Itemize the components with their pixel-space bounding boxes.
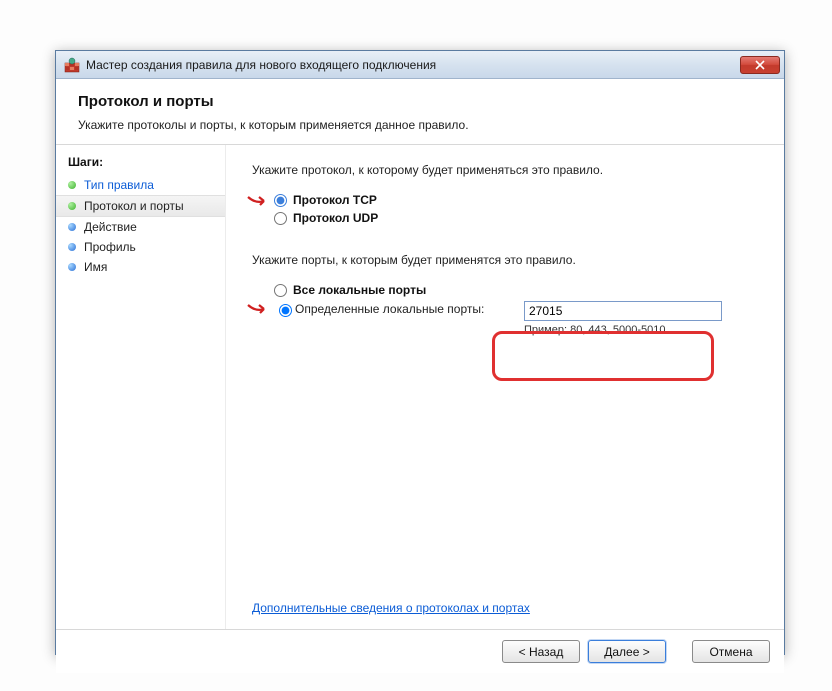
ports-input[interactable] — [524, 301, 722, 321]
radio-row-all-ports: Все локальные порты — [274, 283, 758, 297]
udp-radio[interactable] — [274, 212, 287, 225]
wizard-header: Протокол и порты Укажите протоколы и пор… — [56, 79, 784, 145]
firewall-icon — [64, 57, 80, 73]
wizard-window: Мастер создания правила для нового входя… — [55, 50, 785, 655]
step-label: Имя — [84, 260, 107, 274]
radio-row-udp: Протокол UDP — [274, 211, 758, 225]
step-action[interactable]: Действие — [56, 217, 225, 237]
step-dot-icon — [68, 223, 76, 231]
wizard-footer: < Назад Далее > Отмена — [56, 629, 784, 673]
step-dot-icon — [68, 243, 76, 251]
radio-row-tcp: Протокол TCP — [274, 193, 758, 207]
step-label: Тип правила — [84, 178, 154, 192]
titlebar: Мастер создания правила для нового входя… — [56, 51, 784, 79]
learn-more-link[interactable]: Дополнительные сведения о протоколах и п… — [252, 601, 530, 615]
steps-sidebar: Шаги: Тип правила Протокол и порты Дейст… — [56, 145, 226, 629]
step-label: Действие — [84, 220, 137, 234]
annotation-arrow-icon — [246, 194, 272, 208]
cancel-button[interactable]: Отмена — [692, 640, 770, 663]
protocol-prompt: Укажите протокол, к которому будет приме… — [252, 163, 758, 177]
step-protocol-ports: Протокол и порты — [56, 195, 225, 217]
all-ports-label[interactable]: Все локальные порты — [293, 283, 426, 297]
back-button[interactable]: < Назад — [502, 640, 580, 663]
page-subtitle: Укажите протоколы и порты, к которым при… — [78, 118, 762, 132]
step-label: Профиль — [84, 240, 136, 254]
close-icon — [755, 60, 765, 70]
tcp-radio[interactable] — [274, 194, 287, 207]
close-button[interactable] — [740, 56, 780, 74]
step-name[interactable]: Имя — [56, 257, 225, 277]
step-dot-icon — [68, 202, 76, 210]
steps-label: Шаги: — [56, 151, 225, 175]
radio-row-specific-ports: Определенные локальные порты: Пример: 80… — [274, 301, 758, 336]
step-label: Протокол и порты — [84, 199, 184, 213]
next-button[interactable]: Далее > — [588, 640, 666, 663]
specific-ports-radio[interactable] — [279, 304, 292, 317]
step-dot-icon — [68, 181, 76, 189]
all-ports-radio[interactable] — [274, 284, 287, 297]
page-title: Протокол и порты — [78, 93, 762, 110]
ports-example: Пример: 80, 443, 5000-5010 — [524, 324, 722, 336]
window-title: Мастер создания правила для нового входя… — [86, 58, 740, 72]
ports-prompt: Укажите порты, к которым будет применятс… — [252, 253, 758, 267]
annotation-highlight — [492, 331, 714, 381]
specific-ports-label[interactable]: Определенные локальные порты: — [295, 302, 484, 316]
step-profile[interactable]: Профиль — [56, 237, 225, 257]
wizard-content: Укажите протокол, к которому будет приме… — [226, 145, 784, 629]
annotation-arrow-icon — [246, 302, 272, 316]
step-rule-type[interactable]: Тип правила — [56, 175, 225, 195]
wizard-body: Шаги: Тип правила Протокол и порты Дейст… — [56, 145, 784, 629]
udp-label[interactable]: Протокол UDP — [293, 211, 378, 225]
step-dot-icon — [68, 263, 76, 271]
tcp-label[interactable]: Протокол TCP — [293, 193, 377, 207]
